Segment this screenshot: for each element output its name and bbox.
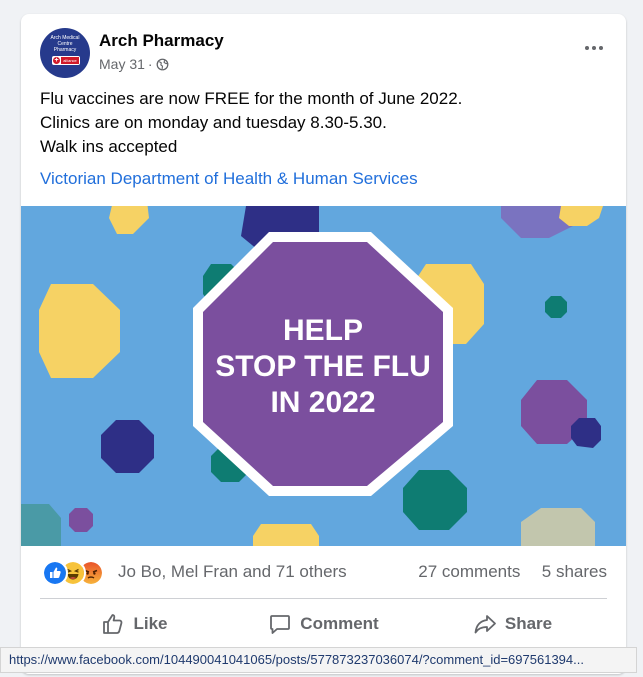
globe-icon bbox=[156, 58, 169, 70]
thumbs-up-icon bbox=[103, 614, 123, 634]
octagon-shape bbox=[101, 420, 154, 473]
page-avatar[interactable]: Arch Medical Centre Pharmacy + alliance bbox=[40, 28, 90, 78]
like-label: Like bbox=[133, 614, 168, 633]
share-label: Share bbox=[504, 614, 553, 633]
browser-status-bar-url: https://www.facebook.com/104490041041065… bbox=[0, 647, 637, 673]
reactions-row: Jo Bo, Mel Fran and 71 others 27 comment… bbox=[42, 558, 607, 588]
action-bar: Like Comment Share bbox=[40, 604, 607, 644]
post-text-line: Walk ins accepted bbox=[40, 137, 178, 156]
like-button[interactable]: Like bbox=[40, 604, 229, 644]
speech-bubble-icon bbox=[270, 615, 291, 634]
reaction-icons[interactable] bbox=[42, 560, 112, 586]
headline-line: IN 2022 bbox=[270, 386, 375, 419]
page-name[interactable]: Arch Pharmacy bbox=[99, 31, 224, 51]
meta-separator: · bbox=[147, 56, 153, 72]
post-card: Arch Medical Centre Pharmacy + alliance … bbox=[21, 14, 626, 674]
cross-icon: + bbox=[53, 57, 60, 64]
octagon-shape bbox=[545, 296, 567, 318]
octagon-shape bbox=[403, 470, 467, 530]
post-tag-link[interactable]: Victorian Department of Health & Human S… bbox=[40, 169, 418, 189]
divider bbox=[40, 598, 607, 599]
engagement-counts: 27 comments 5 shares bbox=[418, 562, 607, 582]
octagon-shape bbox=[69, 508, 93, 532]
post-date[interactable]: May 31 bbox=[99, 56, 145, 72]
reaction-names[interactable]: Jo Bo, Mel Fran and 71 others bbox=[118, 562, 347, 582]
more-dot-icon bbox=[592, 46, 596, 50]
like-icon bbox=[42, 560, 68, 586]
avatar-badge-text: alliance bbox=[61, 57, 79, 64]
more-dot-icon bbox=[599, 46, 603, 50]
share-arrow-icon bbox=[474, 615, 496, 634]
headline-line: STOP THE FLU bbox=[215, 350, 431, 383]
octagon-shape bbox=[253, 524, 319, 546]
post-text: Flu vaccines are now FREE for the month … bbox=[40, 87, 610, 159]
more-options-button[interactable] bbox=[582, 36, 606, 60]
octagon-shape bbox=[571, 418, 601, 448]
flu-campaign-graphic: HELP STOP THE FLU IN 2022 bbox=[21, 206, 626, 546]
comments-count[interactable]: 27 comments bbox=[418, 562, 520, 581]
shares-count[interactable]: 5 shares bbox=[542, 562, 607, 581]
post-meta: May 31 · bbox=[99, 56, 169, 72]
comment-button[interactable]: Comment bbox=[229, 604, 418, 644]
post-text-line: Flu vaccines are now FREE for the month … bbox=[40, 89, 463, 108]
post-image[interactable]: HELP STOP THE FLU IN 2022 bbox=[21, 206, 626, 546]
headline-line: HELP bbox=[283, 314, 363, 347]
avatar-badge: + alliance bbox=[52, 56, 80, 65]
share-button[interactable]: Share bbox=[418, 604, 607, 644]
avatar-logo-text: Arch Medical Centre Pharmacy bbox=[50, 35, 80, 53]
comment-label: Comment bbox=[300, 614, 379, 633]
more-dot-icon bbox=[585, 46, 589, 50]
post-text-line: Clinics are on monday and tuesday 8.30-5… bbox=[40, 113, 387, 132]
